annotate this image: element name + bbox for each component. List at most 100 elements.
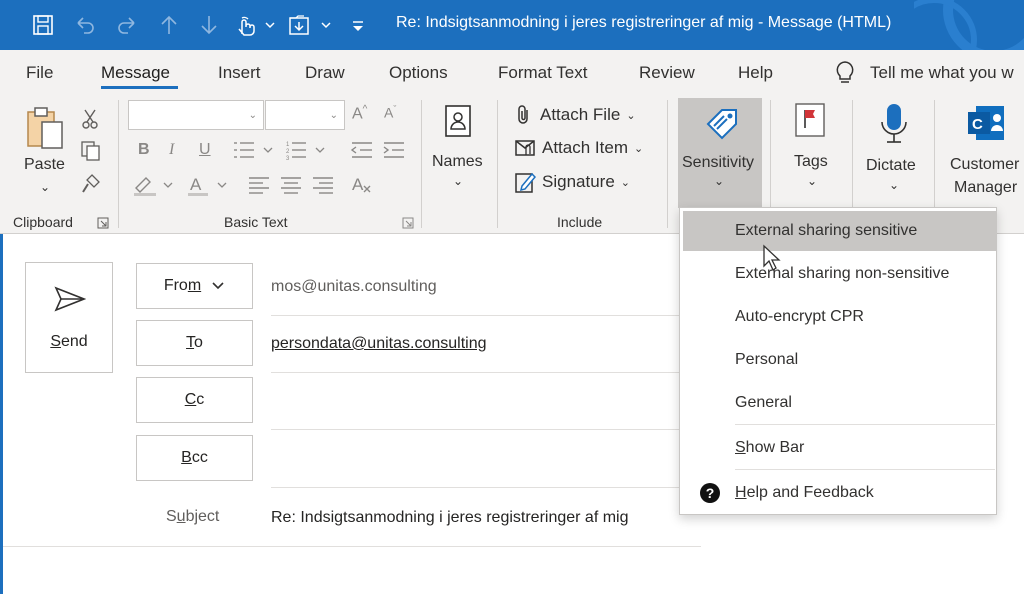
clear-formatting-icon[interactable]: A	[350, 174, 374, 196]
from-button[interactable]: From	[136, 263, 253, 309]
chevron-down-icon: ⌄	[626, 109, 636, 122]
tab-file[interactable]: File	[26, 63, 53, 83]
paste-label: Paste	[24, 156, 65, 173]
signature-button[interactable]: Signature ⌄	[514, 170, 630, 194]
attach-file-label: Attach File	[540, 105, 621, 124]
ribbon-separator	[421, 100, 422, 228]
increase-indent-icon[interactable]	[382, 140, 406, 160]
underline-icon[interactable]: U	[199, 141, 211, 159]
subject-field[interactable]: Re: Indsigtsanmodning i jeres registreri…	[271, 509, 629, 527]
shrink-font-icon[interactable]: Aˇ	[384, 104, 396, 121]
touch-mode-icon[interactable]	[232, 8, 280, 42]
bullets-icon[interactable]	[234, 140, 276, 160]
cc-button[interactable]: Cc	[136, 377, 253, 423]
redo-icon[interactable]	[112, 8, 142, 42]
menu-separator	[735, 424, 995, 425]
chevron-down-icon: ⌄	[633, 142, 644, 155]
show-bar-item[interactable]: Show Bar	[680, 428, 996, 468]
clipboard-launcher-icon[interactable]	[97, 217, 109, 229]
font-name-combo[interactable]: ⌄	[128, 100, 264, 130]
undo-icon[interactable]	[70, 8, 100, 42]
customize-icon[interactable]	[344, 8, 372, 42]
customer-manager-icon: C	[968, 106, 1004, 140]
numbering-icon[interactable]: 123	[286, 140, 328, 160]
send-icon	[54, 286, 86, 312]
from-divider	[271, 315, 701, 316]
chevron-down-icon: ⌄	[714, 174, 725, 188]
window-title: Re: Indsigtsanmodning i jeres registreri…	[396, 14, 892, 31]
align-center-icon[interactable]	[280, 176, 302, 194]
svg-text:2: 2	[286, 149, 290, 155]
names-button[interactable]: Names ⌄	[428, 100, 490, 200]
signature-label: Signature	[542, 172, 615, 191]
menu-bar: File Message Insert Draw Options Format …	[0, 50, 1024, 96]
sensitivity-option-personal[interactable]: Personal	[680, 340, 996, 380]
sensitivity-option-external-sensitive[interactable]: External sharing sensitive	[683, 211, 996, 251]
sensitivity-option-external-non-sensitive[interactable]: External sharing non-sensitive	[680, 254, 996, 294]
customer-manager-label-2: Manager	[954, 179, 1018, 196]
tell-me-label: Tell me what you w	[870, 63, 1014, 82]
align-left-icon[interactable]	[248, 176, 270, 194]
highlight-icon[interactable]	[132, 174, 178, 196]
chevron-down-icon: ⌄	[889, 178, 900, 192]
paste-chevron-icon[interactable]: ⌄	[40, 180, 50, 194]
tab-review[interactable]: Review	[639, 63, 695, 83]
tab-help[interactable]: Help	[738, 63, 773, 83]
from-label: From	[163, 277, 202, 294]
customer-manager-button[interactable]: C Customer Manager	[944, 100, 1024, 200]
dictate-button[interactable]: Dictate ⌄	[862, 100, 926, 200]
to-label: To	[186, 334, 203, 351]
attach-item-button[interactable]: Attach Item ⌄	[514, 137, 643, 159]
header-divider	[3, 546, 701, 547]
to-field[interactable]: persondata@unitas.consulting	[271, 335, 487, 353]
window-edge	[0, 234, 3, 594]
chevron-down-icon: ⌄	[248, 110, 257, 121]
basic-text-launcher-icon[interactable]	[402, 217, 414, 229]
send-button[interactable]: Send	[25, 262, 113, 373]
help-feedback-item[interactable]: ? Help and Feedback	[680, 473, 996, 513]
chevron-down-icon: ⌄	[807, 174, 818, 188]
up-arrow-icon[interactable]	[154, 8, 184, 42]
microphone-icon	[881, 104, 907, 143]
basic-text-group-label: Basic Text	[224, 214, 288, 230]
italic-icon[interactable]: I	[169, 141, 174, 159]
to-button[interactable]: To	[136, 320, 253, 366]
send-label: Send	[50, 333, 88, 350]
bcc-button[interactable]: Bcc	[136, 435, 253, 481]
signature-icon	[515, 172, 536, 193]
sensitivity-label: Sensitivity	[682, 154, 755, 171]
tab-message[interactable]: Message	[101, 63, 170, 83]
tab-format-text[interactable]: Format Text	[498, 63, 587, 83]
sensitivity-button[interactable]: Sensitivity ⌄	[678, 98, 762, 208]
tab-options[interactable]: Options	[389, 63, 448, 83]
clipboard-group-label: Clipboard	[13, 214, 73, 230]
tab-insert[interactable]: Insert	[218, 63, 261, 83]
svg-text:A: A	[352, 175, 364, 194]
tags-label: Tags	[794, 153, 828, 170]
paste-button[interactable]: Paste ⌄	[20, 104, 70, 194]
font-size-combo[interactable]: ⌄	[265, 100, 345, 130]
tab-draw[interactable]: Draw	[305, 63, 345, 83]
sensitivity-option-auto-encrypt-cpr[interactable]: Auto-encrypt CPR	[680, 297, 996, 337]
sensitivity-option-general[interactable]: General	[680, 383, 996, 423]
ribbon-separator	[497, 100, 498, 228]
move-to-folder-icon[interactable]	[286, 8, 336, 42]
cut-icon[interactable]	[80, 108, 100, 130]
save-icon[interactable]	[28, 8, 58, 42]
decrease-indent-icon[interactable]	[350, 140, 374, 160]
sensitivity-label-icon	[706, 109, 737, 140]
tell-me-search[interactable]: Tell me what you w	[834, 60, 1014, 86]
svg-text:3: 3	[286, 156, 290, 160]
down-arrow-icon[interactable]	[194, 8, 224, 42]
align-right-icon[interactable]	[312, 176, 334, 194]
chevron-down-icon: ⌄	[620, 176, 630, 189]
include-group-label: Include	[557, 214, 603, 230]
format-painter-icon[interactable]	[80, 172, 102, 194]
grow-font-icon[interactable]: A^	[352, 104, 367, 123]
font-color-icon[interactable]: A	[186, 174, 232, 196]
attach-file-button[interactable]: Attach File ⌄	[514, 104, 636, 126]
tags-button[interactable]: Tags ⌄	[784, 100, 840, 200]
active-tab-indicator	[101, 86, 178, 89]
bold-icon[interactable]: B	[138, 141, 150, 159]
copy-icon[interactable]	[80, 140, 102, 162]
